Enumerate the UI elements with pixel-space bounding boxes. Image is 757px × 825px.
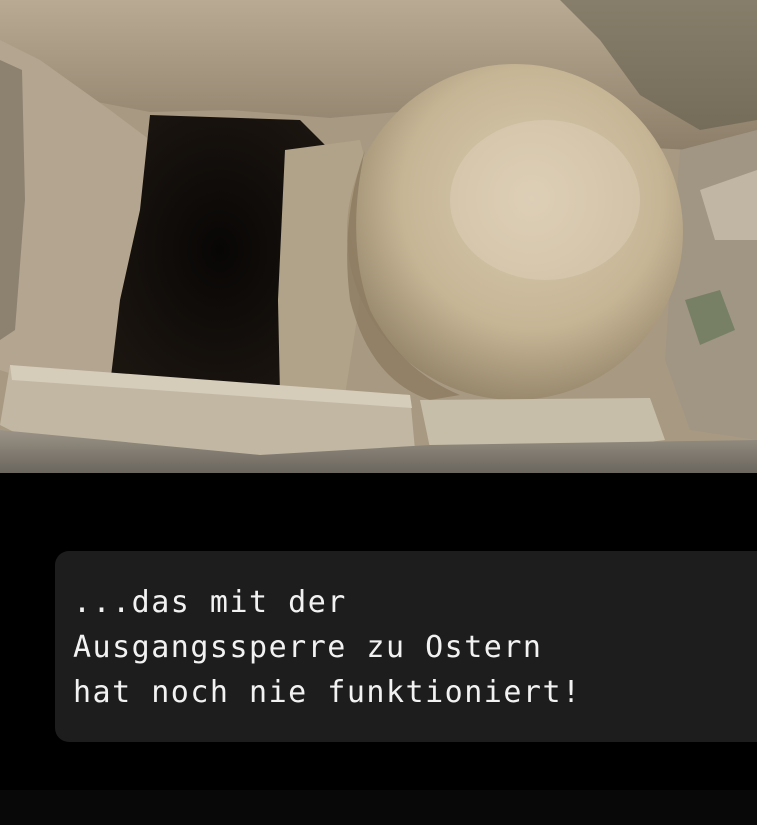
caption-line-3: hat noch nie funktioniert! [73, 675, 582, 710]
bottom-band [0, 790, 757, 825]
caption-line-2: Ausgangssperre zu Ostern [73, 630, 543, 665]
caption-line-1: ...das mit der [73, 585, 347, 620]
story-canvas: ...das mit der Ausgangssperre zu Ostern … [0, 0, 757, 825]
tomb-photo [0, 0, 757, 473]
caption-text: ...das mit der Ausgangssperre zu Ostern … [73, 580, 757, 715]
right-ledge [420, 398, 665, 448]
